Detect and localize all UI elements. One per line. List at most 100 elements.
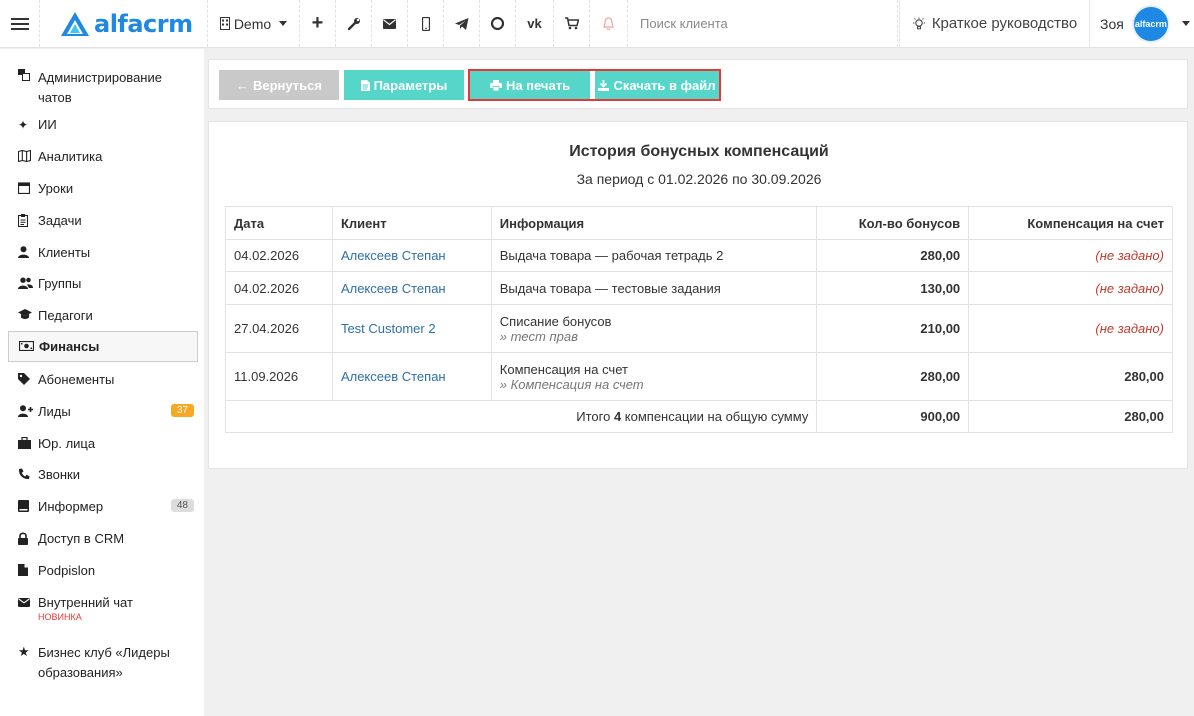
cell-info: Списание бонусов » тест прав bbox=[490, 304, 818, 353]
menu-icon[interactable] bbox=[0, 0, 40, 47]
user-plus-icon bbox=[18, 405, 38, 420]
cell-date: 04.02.2026 bbox=[225, 239, 333, 272]
printer-icon bbox=[489, 79, 502, 91]
users-icon bbox=[18, 277, 38, 292]
table-row: 27.04.2026 Test Customer 2 Списание бону… bbox=[225, 304, 1173, 353]
chevron-down-icon bbox=[1181, 21, 1190, 26]
book-icon bbox=[18, 500, 38, 515]
cell-date: 11.09.2026 bbox=[225, 352, 333, 401]
envelope-icon[interactable] bbox=[372, 0, 408, 47]
chevron-down-icon bbox=[279, 21, 288, 26]
cell-bonus: 280,00 bbox=[816, 239, 970, 272]
cell-info: Выдача товара — тестовые задания bbox=[490, 271, 818, 305]
sidebar-item-business-club[interactable]: ★ Бизнес клуб «Лидеры образования» bbox=[8, 643, 198, 683]
quick-guide-button[interactable]: Краткое руководство bbox=[900, 0, 1090, 47]
report-title: История бонусных компенсаций bbox=[569, 143, 829, 160]
cell-info-note: » Компенсация на счет bbox=[499, 376, 644, 392]
user-icon bbox=[18, 246, 38, 261]
logo[interactable]: alfacrm bbox=[40, 0, 208, 47]
sidebar-item-podpislon[interactable]: Podpislon bbox=[8, 563, 198, 579]
sidebar-item-tasks[interactable]: Задачи bbox=[8, 213, 198, 230]
sidebar-item-calls[interactable]: Звонки bbox=[8, 467, 198, 483]
clipboard-icon bbox=[17, 214, 38, 230]
sidebar-item-groups[interactable]: Группы bbox=[8, 276, 198, 292]
back-button[interactable]: ← Вернуться bbox=[219, 70, 339, 100]
calendar-icon bbox=[17, 182, 38, 197]
sidebar-item-finance[interactable]: Финансы bbox=[8, 331, 198, 362]
download-button[interactable]: Скачать в файл bbox=[595, 71, 719, 99]
tag-icon bbox=[18, 373, 38, 388]
cell-compensation: (не задано) bbox=[968, 304, 1173, 353]
client-link[interactable]: Алексеев Степан bbox=[331, 239, 492, 272]
cell-compensation: 280,00 bbox=[968, 352, 1173, 401]
user-name: Зоя bbox=[1100, 15, 1124, 32]
total-bonus: 900,00 bbox=[816, 400, 970, 433]
money-icon bbox=[18, 340, 39, 354]
mobile-icon[interactable] bbox=[408, 0, 444, 47]
sidebar-item-informer[interactable]: Информер 48 bbox=[8, 499, 198, 515]
column-header-client[interactable]: Клиент bbox=[331, 206, 492, 240]
table-total-row: Итого 4 компенсации на общую сумму 900,0… bbox=[224, 400, 1173, 433]
branch-selector[interactable]: Demo bbox=[208, 0, 300, 47]
graduation-cap-icon bbox=[18, 309, 38, 323]
sidebar-item-lessons[interactable]: Уроки bbox=[8, 181, 198, 197]
star-icon: ★ bbox=[18, 644, 30, 659]
client-link[interactable]: Test Customer 2 bbox=[331, 304, 492, 353]
file-icon bbox=[18, 564, 38, 579]
sidebar-item-chat-admin[interactable]: Администрирование чатов bbox=[8, 68, 198, 108]
sidebar-item-analytics[interactable]: Аналитика bbox=[8, 149, 198, 165]
sidebar-item-crm-access[interactable]: Доступ в CRM bbox=[8, 531, 198, 548]
cell-compensation: (не задано) bbox=[968, 239, 1173, 272]
building-icon bbox=[219, 17, 230, 30]
search-box[interactable] bbox=[628, 0, 898, 47]
report-panel: История бонусных компенсаций За период с… bbox=[208, 121, 1188, 469]
search-input[interactable] bbox=[640, 16, 880, 31]
client-link[interactable]: Алексеев Степан bbox=[331, 352, 492, 401]
cell-bonus: 210,00 bbox=[816, 304, 970, 353]
table-header-row: Дата Клиент Информация Кол-во бонусов Ко… bbox=[225, 206, 1173, 240]
sidebar-item-ai[interactable]: ✦ ИИ bbox=[8, 117, 198, 132]
column-header-date[interactable]: Дата bbox=[225, 206, 333, 240]
sidebar: Администрирование чатов ✦ ИИ Аналитика У… bbox=[0, 49, 204, 716]
lightbulb-icon bbox=[912, 17, 925, 29]
cell-date: 04.02.2026 bbox=[225, 271, 333, 305]
avatar[interactable]: alfacrm bbox=[1131, 4, 1170, 43]
sidebar-item-subscriptions[interactable]: Абонементы bbox=[8, 372, 198, 388]
parameters-button[interactable]: Параметры bbox=[344, 70, 464, 100]
chat-bubble-icon[interactable] bbox=[480, 0, 516, 47]
vk-icon[interactable]: vk bbox=[516, 0, 554, 47]
client-link[interactable]: Алексеев Степан bbox=[331, 271, 492, 305]
cell-info: Выдача товара — рабочая тетрадь 2 bbox=[490, 239, 818, 272]
plus-icon[interactable]: + bbox=[300, 0, 336, 47]
informer-count-badge: 48 bbox=[170, 499, 194, 512]
report-period: За период с 01.02.2026 по 30.09.2026 bbox=[576, 171, 822, 187]
table-row: 04.02.2026 Алексеев Степан Выдача товара… bbox=[225, 271, 1173, 305]
sidebar-item-internal-chat[interactable]: Внутренний чат НОВИНКА bbox=[8, 595, 198, 622]
user-menu[interactable]: Зоя alfacrm bbox=[1090, 0, 1194, 47]
report-toolbar: ← Вернуться Параметры На печать Скачать … bbox=[208, 59, 1188, 109]
bell-icon[interactable] bbox=[590, 0, 628, 47]
cell-info-note: » тест прав bbox=[499, 328, 578, 344]
print-button[interactable]: На печать bbox=[470, 71, 590, 99]
sidebar-item-legal-entities[interactable]: Юр. лица bbox=[8, 436, 198, 452]
cell-bonus: 130,00 bbox=[816, 271, 970, 305]
sidebar-item-teachers[interactable]: Педагоги bbox=[8, 308, 198, 323]
total-label: Итого 4 компенсации на общую сумму bbox=[224, 400, 818, 433]
column-header-info[interactable]: Информация bbox=[490, 206, 818, 240]
sidebar-item-leads[interactable]: Лиды 37 bbox=[8, 404, 198, 420]
sidebar-item-clients[interactable]: Клиенты bbox=[8, 245, 198, 261]
cart-icon[interactable] bbox=[554, 0, 590, 47]
quick-guide-label: Краткое руководство bbox=[931, 15, 1078, 32]
top-bar: alfacrm Demo + vk Краткое руководство Зо… bbox=[0, 0, 1194, 48]
column-header-compensation[interactable]: Компенсация на счет bbox=[968, 206, 1173, 240]
column-header-bonus[interactable]: Кол-во бонусов bbox=[816, 206, 970, 240]
logo-mark-icon bbox=[61, 11, 89, 36]
cell-date: 27.04.2026 bbox=[225, 304, 333, 353]
new-feature-tag: НОВИНКА bbox=[38, 612, 82, 622]
table-row: 04.02.2026 Алексеев Степан Выдача товара… bbox=[225, 239, 1173, 272]
briefcase-icon bbox=[18, 436, 38, 452]
wrench-icon[interactable] bbox=[336, 0, 372, 47]
telegram-icon[interactable] bbox=[444, 0, 480, 47]
table-row: 11.09.2026 Алексеев Степан Компенсация н… bbox=[225, 352, 1173, 401]
leads-count-badge: 37 bbox=[170, 404, 194, 417]
